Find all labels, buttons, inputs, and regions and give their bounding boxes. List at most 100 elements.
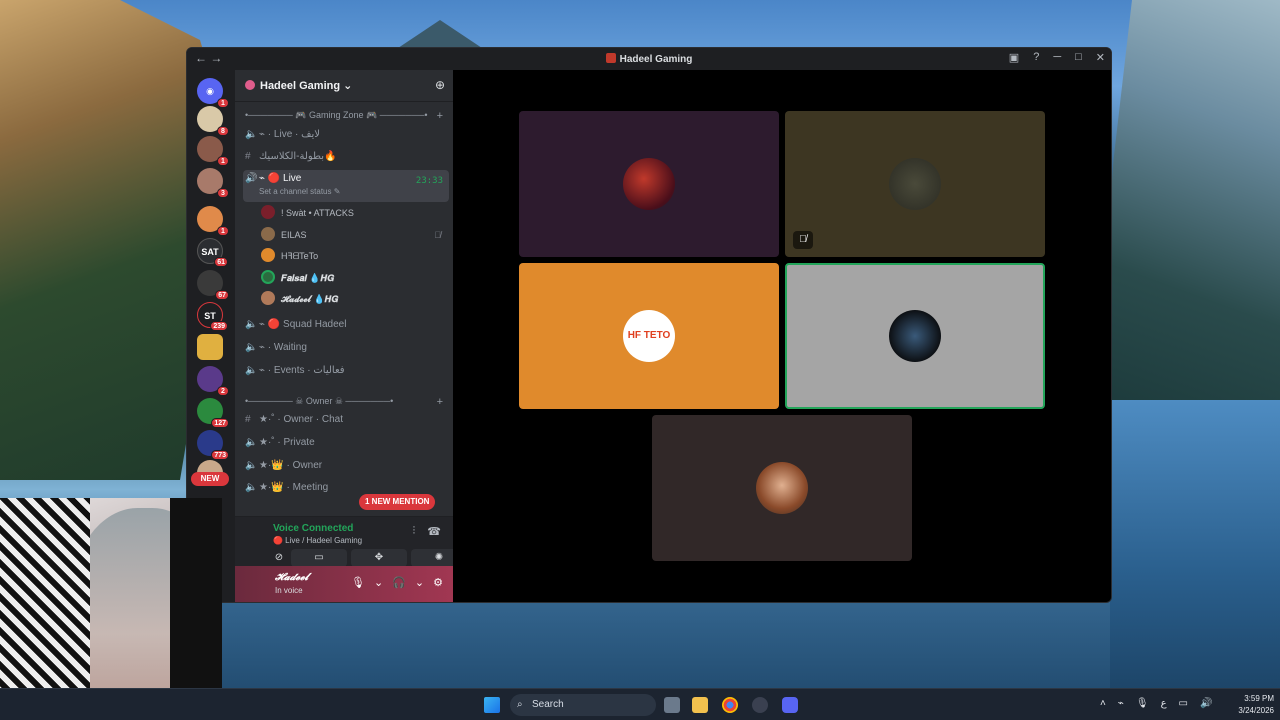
discord-icon[interactable] xyxy=(782,697,798,713)
headphones-icon[interactable]: 🎧 xyxy=(392,576,406,589)
window-title-text: Hadeel Gaming xyxy=(619,54,693,65)
voice-user[interactable]: HꟻᗺTeTo xyxy=(261,247,318,265)
volume-icon[interactable]: 🔊 xyxy=(1200,698,1212,709)
server-icon-3[interactable]: 3 xyxy=(197,168,229,198)
user-status: In voice xyxy=(275,586,303,595)
category-owner[interactable]: •─────── ☠ Owner ☠ ───────• + xyxy=(245,396,443,408)
channel-live-active[interactable]: 🔊 ⌁ 🔴 Live 23:33 Set a channel status ✎ xyxy=(243,170,449,202)
server-icon-1[interactable]: 8 xyxy=(197,106,229,136)
badge: 1 xyxy=(217,98,229,108)
channel-owner-chat[interactable]: # ★·˚ · Owner · Chat xyxy=(243,411,449,429)
server-icon-4[interactable]: 1 xyxy=(197,206,229,236)
video-tile-4-speaking[interactable] xyxy=(785,263,1045,409)
guild-header[interactable]: Hadeel Gaming ⌄ xyxy=(235,70,453,102)
server-icon-st[interactable]: ST 239 xyxy=(197,302,228,331)
speaker-icon: 🔈 xyxy=(245,129,258,140)
server-icon-11[interactable]: 773 xyxy=(197,430,229,460)
taskbar-search[interactable]: ⌕ Search xyxy=(510,694,656,716)
voice-actions: ⫶ ☎ xyxy=(413,525,441,538)
video-tile-2[interactable]: 🎙̸ xyxy=(785,111,1045,257)
chevron-up-icon[interactable]: ˄ xyxy=(1100,698,1106,709)
channel-status[interactable]: Set a channel status ✎ xyxy=(259,186,340,198)
speaker-icon: 🔈 xyxy=(245,437,258,448)
hash-icon: # xyxy=(245,151,251,162)
maximize-icon[interactable]: □ xyxy=(1075,51,1082,64)
activities-button[interactable]: ✥ xyxy=(351,549,407,567)
new-mention-pill[interactable]: 1 NEW MENTION xyxy=(359,494,436,510)
discord-home-icon[interactable]: ◉ 1 xyxy=(197,78,229,108)
channel-label: ★·˚ · Private xyxy=(259,437,315,448)
channel-owner-voice[interactable]: 🔈 ★·👑 · Owner xyxy=(243,457,449,475)
channel-label: ⌁ 🔴 Squad Hadeel xyxy=(259,319,347,330)
server-icon-8[interactable] xyxy=(197,334,223,360)
server-label: SAT xyxy=(201,247,219,257)
gear-icon[interactable]: ⚙ xyxy=(433,576,443,589)
badge: 773 xyxy=(211,450,229,460)
voice-user[interactable]: 𝑭𝒂𝒊𝒔𝒂𝒍 💧𝑯𝑮 xyxy=(261,269,334,287)
channel-label: ⌁ · Events · فعاليات xyxy=(259,365,345,376)
channel-live-ar[interactable]: 🔈 ⌁ · Live · لايف xyxy=(243,126,449,144)
speaker-icon: 🔈 xyxy=(245,342,258,353)
speaker-icon: 🔈 xyxy=(245,319,258,330)
video-tile-3[interactable]: HF TETO xyxy=(519,263,779,409)
channel-label: ★·👑 · Owner xyxy=(259,460,323,471)
microphone-icon[interactable]: 🎙 xyxy=(351,576,365,589)
video-tile-5[interactable] xyxy=(652,415,912,561)
chrome-icon[interactable] xyxy=(722,697,738,713)
speaker-icon: 🔊 xyxy=(245,173,258,184)
close-icon[interactable]: ✕ xyxy=(1096,51,1105,64)
user-controls: 🎙 ⌄ 🎧 ⌄ ⚙ xyxy=(351,576,443,589)
user-name[interactable]: 𝓗𝓪𝓭𝓮𝓮𝓵 xyxy=(275,572,308,583)
speaker-icon: 🔈 xyxy=(245,460,258,471)
channel-tournament[interactable]: # بطولة-الكلاسيك🔥 xyxy=(243,148,449,166)
task-view-icon[interactable] xyxy=(664,697,680,713)
channel-events[interactable]: 🔈 ⌁ · Events · فعاليات xyxy=(243,362,449,380)
app-icon[interactable] xyxy=(752,697,768,713)
voice-status-title[interactable]: Voice Connected xyxy=(273,523,353,534)
server-icon-2[interactable]: 1 xyxy=(197,136,229,166)
voice-user[interactable]: 𝓗𝓪𝓭𝓮𝓮𝓵 💧𝑯𝑮 xyxy=(261,290,338,308)
category-gaming-zone[interactable]: •─────── 🎮 Gaming Zone 🎮 ───────• + xyxy=(245,110,443,122)
avatar xyxy=(756,462,808,514)
server-icon-6[interactable]: 67 xyxy=(197,270,229,300)
display-icon[interactable]: ▭ xyxy=(1179,698,1188,709)
avatar xyxy=(261,291,275,305)
plus-icon[interactable]: + xyxy=(437,110,443,122)
server-icon-9[interactable]: 2 xyxy=(197,366,229,396)
screen-share-button[interactable]: ▭ xyxy=(291,549,347,567)
badge: 8 xyxy=(217,126,229,136)
file-explorer-icon[interactable] xyxy=(692,697,708,713)
windows-start-icon[interactable] xyxy=(484,697,500,713)
chevron-down-icon[interactable]: ⌄ xyxy=(415,576,424,589)
server-icon-10[interactable]: 127 xyxy=(197,398,229,428)
voice-user[interactable]: ! Swàt • ATTACKS xyxy=(261,204,354,222)
channel-waiting[interactable]: 🔈 ⌁ · Waiting xyxy=(243,339,449,357)
channel-squad[interactable]: 🔈 ⌁ 🔴 Squad Hadeel xyxy=(243,316,449,334)
channel-private[interactable]: 🔈 ★·˚ · Private xyxy=(243,434,449,452)
language-indicator[interactable]: ع xyxy=(1161,698,1167,709)
help-icon[interactable]: ? xyxy=(1033,51,1039,64)
add-member-icon[interactable]: ⊕ xyxy=(435,78,445,92)
guild-name: Hadeel Gaming xyxy=(260,80,341,92)
disconnect-icon[interactable]: ☎ xyxy=(427,525,441,538)
camera-off-icon[interactable]: ⊘ xyxy=(271,549,287,567)
noise-suppression-icon[interactable]: ⫶ xyxy=(413,525,416,538)
badge: 1 xyxy=(217,156,229,166)
video-tile-1[interactable] xyxy=(519,111,779,257)
microphone-icon[interactable]: 🎙 xyxy=(1136,698,1149,709)
chevron-down-icon[interactable]: ⌄ xyxy=(374,576,383,589)
voice-user-name: 𝓗𝓪𝓭𝓮𝓮𝓵 💧𝑯𝑮 xyxy=(281,294,339,304)
new-unreads-pill[interactable]: NEW xyxy=(191,472,229,486)
inbox-icon[interactable]: ▣ xyxy=(1009,51,1019,64)
server-icon-sat[interactable]: SAT 61 xyxy=(197,238,228,267)
muted-icon: 🎙̸ xyxy=(793,231,813,249)
plus-icon[interactable]: + xyxy=(437,396,443,408)
clock[interactable]: 3:59 PM 3/24/2026 xyxy=(1222,693,1274,717)
voice-user[interactable]: EILAS 🎙̸ xyxy=(261,226,441,244)
river xyxy=(1110,400,1280,690)
network-off-icon[interactable]: ⌁ xyxy=(1118,698,1124,709)
voice-status-subtitle[interactable]: 🔴 Live / Hadeel Gaming xyxy=(273,536,362,545)
voice-user-name: ! Swàt • ATTACKS xyxy=(281,208,354,218)
channel-label: ⌁ · Waiting xyxy=(259,342,307,353)
minimize-icon[interactable]: ─ xyxy=(1053,51,1061,64)
